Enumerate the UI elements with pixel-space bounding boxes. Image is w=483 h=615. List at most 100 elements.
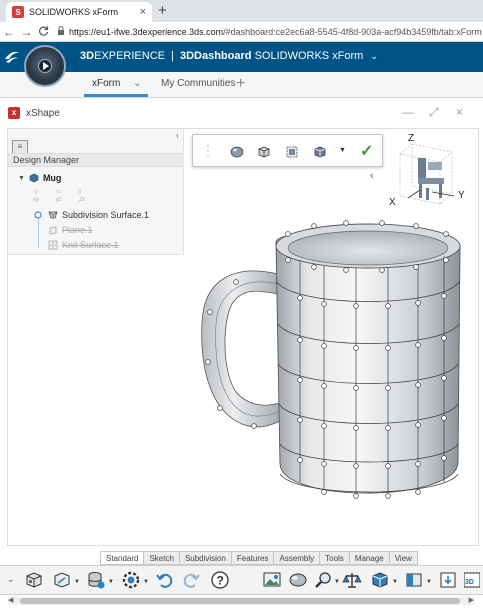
horizontal-scrollbar[interactable]: ◀ ▶ [8, 597, 474, 605]
design-manager-header: Design Manager [8, 153, 184, 167]
action-bar: · · · ▼ ✓ [192, 134, 383, 167]
image-icon[interactable] [262, 570, 282, 590]
redo-icon[interactable] [181, 570, 201, 590]
plane-zx-icon[interactable]: ▯ [78, 188, 81, 195]
subdivision-surface-icon [48, 211, 58, 219]
undo-icon[interactable] [155, 570, 175, 590]
app-title: 3DEXPERIENCE | 3DDashboard SOLIDWORKS xF… [80, 50, 378, 62]
tree-item-subdivision-surface[interactable]: Subdivision Surface.1 [48, 210, 149, 220]
tree-root-mug[interactable]: ▼ Mug [18, 173, 61, 183]
part-icon[interactable] [24, 570, 44, 590]
tree-root-label: Mug [42, 173, 62, 183]
triad-y-label: Y [458, 190, 465, 201]
tree-item-label: Plane.1 [62, 225, 93, 235]
minimize-button[interactable]: — [402, 105, 414, 119]
orientation-triad[interactable]: Z X Y [388, 132, 470, 210]
section-tab-sketch[interactable]: Sketch [144, 551, 180, 565]
tab-my-communities[interactable]: My Communities [161, 78, 235, 89]
browser-tab[interactable]: S SOLIDWORKS xForm × [6, 2, 152, 22]
view-cube-icon[interactable] [313, 145, 327, 159]
brand-3d: 3D [80, 50, 95, 62]
dropdown-arrow-icon[interactable]: ▼ [143, 579, 149, 585]
plane-yz-icon[interactable]: ▭ [56, 188, 62, 195]
maximize-button[interactable]: ⤢ [429, 105, 439, 120]
collapse-panel-button[interactable]: ‹ [176, 130, 179, 140]
compass-icon[interactable] [24, 45, 66, 87]
dashboard-name: 3DDashboard [179, 50, 252, 62]
view-dropdown-icon[interactable]: ▼ [339, 147, 346, 154]
scroll-left-icon[interactable]: ◀ [8, 596, 13, 604]
tab-xform[interactable]: xForm ⌄ [92, 78, 142, 89]
help-icon[interactable]: ? [210, 570, 230, 590]
tree-item-knit-surface[interactable]: Knit Surface.1 [48, 240, 119, 250]
balance-icon[interactable] [342, 570, 362, 590]
forward-button[interactable]: → [18, 25, 36, 39]
section-tab-standard[interactable]: Standard [100, 551, 145, 565]
shading-icon[interactable] [230, 145, 244, 159]
url-host: https://eu1-ifwe.3dexperience.3ds.com [69, 26, 224, 37]
dropdown-arrow-icon[interactable]: ▼ [74, 579, 80, 585]
tree-connector [38, 216, 39, 248]
chevron-down-icon[interactable]: ⌄ [370, 51, 378, 61]
tree-item-label: Knit Surface.1 [62, 240, 119, 250]
section-tab-assembly[interactable]: Assembly [274, 551, 321, 565]
settings-icon[interactable] [121, 570, 141, 590]
bottom-toolbar: ⌄ ▼ ▼ ▼ ? ▼ ▼ ▼ 3D [0, 565, 483, 595]
address-bar: ← → https://eu1-ifwe.3dexperience.3ds.co… [0, 22, 483, 42]
tree-node-marker [34, 211, 42, 219]
section-tab-tools[interactable]: Tools [320, 551, 350, 565]
section-tabs: Standard Sketch Subdivision Features Ass… [100, 551, 418, 565]
tree-view-icon[interactable]: ≡ [12, 140, 28, 154]
drag-handle-icon[interactable]: · · · [206, 139, 210, 161]
dropdown-arrow-icon[interactable]: ▼ [392, 579, 398, 585]
search-icon[interactable] [314, 570, 334, 590]
tab-close-icon[interactable]: × [140, 6, 146, 18]
section-tab-view[interactable]: View [389, 551, 418, 565]
triad-x-label: X [389, 197, 396, 208]
brand-experience: EXPERIENCE [94, 50, 165, 62]
scroll-right-icon[interactable]: ▶ [469, 596, 474, 604]
sphere-icon[interactable] [288, 570, 308, 590]
close-button[interactable]: × [456, 105, 463, 119]
toolbar-expand-icon[interactable]: ⌄ [7, 574, 15, 585]
svg-text:3D: 3D [465, 579, 474, 586]
cage-view-icon[interactable] [285, 145, 299, 159]
dropdown-arrow-icon[interactable]: ▼ [334, 579, 340, 585]
browser-tab-title: SOLIDWORKS xForm [29, 7, 119, 17]
scroll-thumb[interactable] [20, 598, 460, 604]
widget-title: xShape [26, 108, 60, 119]
mug-3d-model[interactable] [196, 212, 483, 508]
section-tab-subdivision[interactable]: Subdivision [179, 551, 232, 565]
export-icon[interactable] [438, 570, 458, 590]
plane-xy-icon[interactable]: ◇ [34, 188, 39, 195]
wireframe-shading-icon[interactable] [257, 145, 271, 159]
section-icon[interactable] [404, 570, 424, 590]
app-name[interactable]: SOLIDWORKS xForm [255, 50, 364, 62]
back-button[interactable]: ← [0, 25, 18, 39]
svg-text:?: ? [217, 574, 224, 588]
database-icon[interactable] [86, 570, 106, 590]
tree-item-label: Subdivision Surface.1 [62, 210, 150, 220]
url-field[interactable]: https://eu1-ifwe.3dexperience.3ds.com/#d… [69, 27, 483, 37]
3ds-icon[interactable]: 3D [464, 570, 480, 590]
3ds-logo-icon[interactable] [2, 47, 22, 67]
chevron-down-icon[interactable]: ⌄ [133, 78, 141, 89]
3d-sketch-icon[interactable] [52, 570, 72, 590]
dashboard-tabs: xForm ⌄ My Communities + [0, 72, 483, 98]
new-tab-button[interactable]: + [158, 2, 167, 19]
dropdown-arrow-icon[interactable]: ▼ [426, 579, 432, 585]
section-tab-manage[interactable]: Manage [349, 551, 390, 565]
solidworks-favicon-icon: S [12, 6, 24, 18]
add-tab-button[interactable]: + [236, 75, 245, 93]
lock-icon[interactable] [53, 26, 69, 37]
section-tab-features[interactable]: Features [231, 551, 275, 565]
xshape-icon: x [8, 107, 20, 119]
collapse-action-bar-icon[interactable]: ‹ [370, 170, 374, 182]
expand-icon[interactable]: ▼ [18, 175, 25, 182]
part-icon [29, 173, 39, 183]
dropdown-arrow-icon[interactable]: ▼ [108, 579, 114, 585]
tree-item-plane[interactable]: Plane.1 [48, 225, 93, 235]
reload-button[interactable] [36, 25, 54, 39]
view-icon[interactable] [370, 570, 390, 590]
ok-check-icon[interactable]: ✓ [360, 141, 373, 161]
